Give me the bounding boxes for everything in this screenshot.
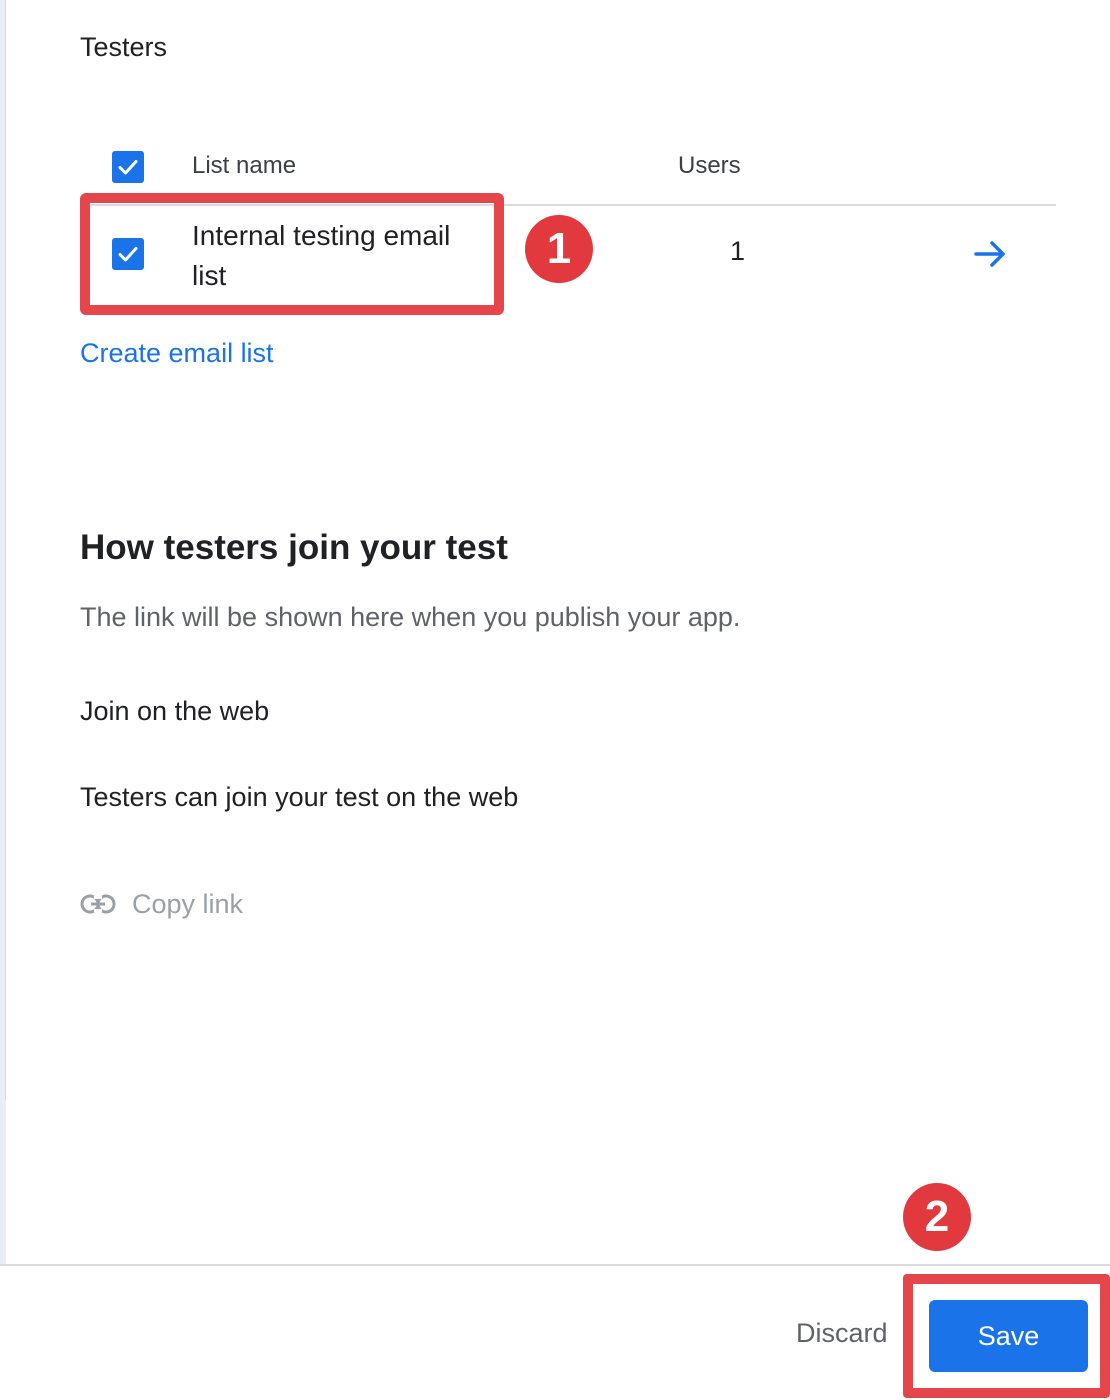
join-section-heading: How testers join your test <box>80 528 508 567</box>
annotation-badge-2: 2 <box>903 1183 971 1251</box>
save-button[interactable]: Save <box>929 1300 1088 1372</box>
checkmark-icon <box>118 160 138 175</box>
copy-link-button[interactable]: Copy link <box>80 884 243 924</box>
email-list-user-count: 1 <box>730 236 746 266</box>
select-all-checkbox[interactable] <box>112 151 144 183</box>
arrow-right-icon[interactable] <box>970 236 1010 272</box>
column-header-users[interactable]: Users <box>678 152 741 180</box>
footer-action-bar: Discard Save <box>0 1264 1110 1400</box>
row-checkbox[interactable] <box>112 238 144 270</box>
join-web-description: Testers can join your test on the web <box>80 782 519 812</box>
create-email-list-link[interactable]: Create email list <box>80 338 274 369</box>
column-header-list-name[interactable]: List name <box>192 152 296 180</box>
annotation-badge-1: 1 <box>525 215 593 283</box>
table-header: List name Users <box>80 140 1056 206</box>
join-web-label: Join on the web <box>80 696 270 726</box>
join-section-description: The link will be shown here when you pub… <box>80 602 741 632</box>
checkmark-icon <box>118 247 138 262</box>
copy-link-label: Copy link <box>132 888 244 919</box>
link-icon <box>80 894 116 914</box>
email-list-name: Internal testing email list <box>192 220 451 291</box>
left-panel-edge <box>0 0 6 1398</box>
discard-button[interactable]: Discard <box>796 1318 888 1349</box>
section-title: Testers <box>80 32 168 62</box>
